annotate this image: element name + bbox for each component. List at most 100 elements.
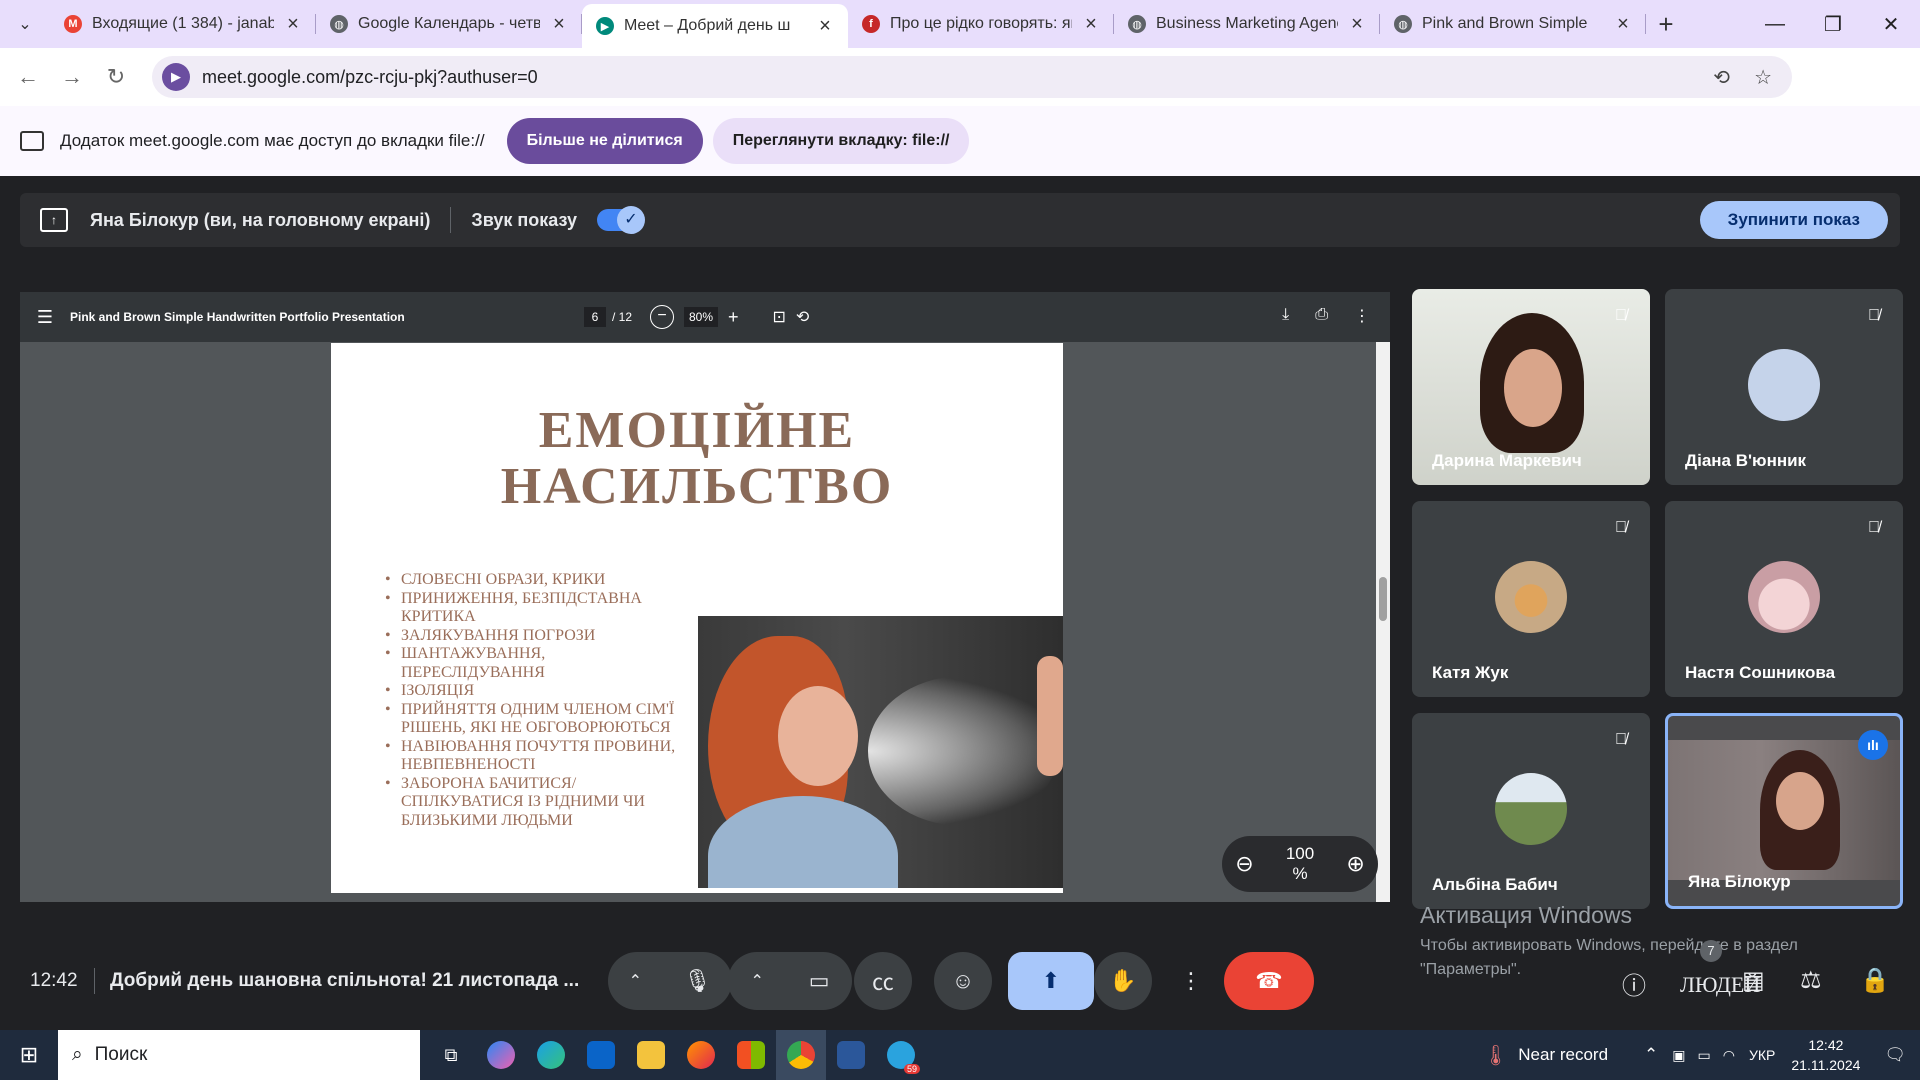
taskbar-search[interactable]: ⌕ Поиск: [58, 1030, 420, 1080]
chrome-icon[interactable]: [776, 1030, 826, 1080]
share-message: Додаток meet.google.com має доступ до вк…: [60, 131, 485, 150]
file-explorer-icon[interactable]: [626, 1030, 676, 1080]
chat-icon[interactable]: ▤: [1742, 966, 1765, 995]
raise-hand-button[interactable]: ✋: [1094, 952, 1152, 1010]
url-text[interactable]: meet.google.com/pzc-rcju-pkj?authuser=0: [202, 67, 538, 88]
reload-icon[interactable]: ↻: [94, 64, 138, 90]
reactions-button[interactable]: ☺: [934, 952, 992, 1010]
tab-close-icon[interactable]: ×: [550, 13, 568, 36]
store-icon[interactable]: [726, 1030, 776, 1080]
camera-icon[interactable]: ▭: [809, 968, 830, 994]
tab-title: Входящие (1 384) - janabil: [92, 15, 274, 32]
meeting-info-icon[interactable]: ⓘ: [1622, 966, 1646, 1001]
pdf-zoom-input[interactable]: 80%: [684, 307, 718, 327]
video-options-chevron-icon[interactable]: ⌃: [750, 971, 763, 991]
weather-text[interactable]: Near record: [1518, 1045, 1608, 1065]
pdf-more-icon[interactable]: ⋮: [1354, 306, 1370, 326]
minimize-icon[interactable]: —: [1746, 0, 1804, 48]
outlook-icon[interactable]: [576, 1030, 626, 1080]
telegram-icon[interactable]: 59: [876, 1030, 926, 1080]
weather-thermometer-icon[interactable]: 🌡: [1483, 1043, 1508, 1068]
pdf-viewer: ☰ Pink and Brown Simple Handwritten Port…: [20, 292, 1390, 902]
translate-icon[interactable]: ⟲: [1713, 65, 1730, 90]
tab-favicon-icon: ▶: [596, 17, 614, 35]
tab-close-icon[interactable]: ×: [816, 15, 834, 38]
more-options-button[interactable]: ⋮: [1176, 952, 1206, 1010]
print-icon[interactable]: ⎙: [1315, 306, 1328, 326]
browser-tab[interactable]: ◍ Business Marketing Agency ×: [1114, 0, 1380, 48]
zoom-out-magnifier-icon[interactable]: ⊖: [1235, 851, 1253, 877]
stop-presenting-button[interactable]: Зупинити показ: [1699, 201, 1888, 239]
tray-chevron-icon[interactable]: ⌃: [1644, 1045, 1658, 1065]
fit-page-icon[interactable]: ⊡: [773, 307, 786, 327]
zoom-out-icon[interactable]: −: [650, 305, 674, 329]
browser-tab[interactable]: ◍ Pink and Brown Simple ×: [1380, 0, 1646, 48]
copilot-icon[interactable]: [476, 1030, 526, 1080]
mic-off-icon: 🎙̸: [1868, 307, 1880, 324]
zoom-in-magnifier-icon[interactable]: ⊕: [1346, 851, 1364, 877]
leave-call-button[interactable]: ☎: [1224, 952, 1314, 1010]
activities-icon[interactable]: ⚖: [1800, 966, 1822, 995]
host-controls-icon[interactable]: 🔒: [1860, 966, 1890, 995]
site-info-icon[interactable]: ▶: [162, 63, 190, 91]
participant-tile[interactable]: 🎙̸ Дарина Маркевич: [1412, 289, 1650, 485]
restore-icon[interactable]: ❐: [1804, 0, 1862, 48]
slide-heading-line2: НАСИЛЬСТВО: [500, 458, 894, 515]
browser-tab[interactable]: ▶ Meet – Добрий день ш ×: [582, 4, 848, 48]
tab-close-icon[interactable]: ×: [1614, 13, 1632, 36]
present-button[interactable]: ⬆: [1008, 952, 1094, 1010]
microphone-icon[interactable]: 🎙: [683, 968, 711, 994]
participant-tile-self[interactable]: ılı Яна Білокур: [1665, 713, 1903, 909]
tab-search-chevron-icon[interactable]: ⌄: [0, 0, 50, 48]
notifications-icon[interactable]: 🗨: [1884, 1045, 1906, 1065]
rotate-icon[interactable]: ⟲: [796, 307, 809, 327]
close-window-icon[interactable]: ✕: [1862, 0, 1920, 48]
participant-tile[interactable]: 🎙̸ Настя Сошникова: [1665, 501, 1903, 697]
forward-icon[interactable]: →: [50, 64, 94, 90]
omnibox[interactable]: ▶ meet.google.com/pzc-rcju-pkj?authuser=…: [152, 56, 1792, 98]
battery-icon[interactable]: ▭: [1698, 1047, 1711, 1064]
audio-options-chevron-icon[interactable]: ⌃: [629, 971, 642, 991]
browser-tab[interactable]: f Про це рідко говорять: як ×: [848, 0, 1114, 48]
back-icon[interactable]: ←: [6, 64, 50, 90]
pdf-scrollbar[interactable]: [1376, 342, 1390, 902]
wifi-icon[interactable]: ◠: [1723, 1047, 1735, 1064]
participant-video-face: [1504, 349, 1562, 427]
scrollbar-thumb[interactable]: [1379, 577, 1387, 621]
taskbar-clock[interactable]: 12:42 21.11.2024: [1791, 1035, 1860, 1075]
edge-icon[interactable]: [526, 1030, 576, 1080]
stop-sharing-button[interactable]: Більше не ділитися: [506, 118, 703, 164]
captions-icon: ㏄: [871, 970, 894, 995]
tab-favicon-icon: M: [64, 15, 82, 33]
browser-tab[interactable]: ◍ Google Календарь - четве ×: [316, 0, 582, 48]
browser-tab[interactable]: M Входящие (1 384) - janabil ×: [50, 0, 316, 48]
participant-tile[interactable]: 🎙̸ Діана В'юнник: [1665, 289, 1903, 485]
hang-up-icon: ☎: [1255, 968, 1283, 993]
tab-close-icon[interactable]: ×: [1348, 13, 1366, 36]
new-tab-button[interactable]: +: [1646, 9, 1686, 40]
zoom-in-icon[interactable]: +: [728, 307, 739, 328]
avatar: [1748, 561, 1820, 633]
input-language[interactable]: УКР: [1749, 1047, 1775, 1063]
task-view-icon[interactable]: ⧉: [426, 1030, 476, 1080]
captions-button[interactable]: ㏄: [854, 952, 912, 1010]
pdf-menu-icon[interactable]: ☰: [20, 307, 70, 328]
presenter-label: Яна Білокур (ви, на головному екрані): [90, 209, 431, 230]
share-sound-toggle[interactable]: ✓: [596, 206, 645, 234]
speaking-indicator-icon: ılı: [1858, 730, 1888, 760]
firefox-icon[interactable]: [676, 1030, 726, 1080]
pdf-page-indicator: 6 / 12: [584, 307, 632, 327]
participant-tile[interactable]: 🎙̸ Катя Жук: [1412, 501, 1650, 697]
download-icon[interactable]: ⤓: [1282, 306, 1289, 326]
windows-start-icon[interactable]: ⊞: [0, 1042, 58, 1068]
participant-tile[interactable]: 🎙̸ Альбіна Бабич: [1412, 713, 1650, 909]
bookmark-star-icon[interactable]: ☆: [1754, 65, 1772, 90]
participant-name: Дарина Маркевич: [1432, 451, 1582, 470]
tab-close-icon[interactable]: ×: [1082, 13, 1100, 36]
avatar: [1495, 773, 1567, 845]
tray-app-icon[interactable]: ▣: [1672, 1047, 1685, 1064]
view-tab-button[interactable]: Переглянути вкладку: file://: [712, 118, 970, 164]
pdf-page-input[interactable]: 6: [584, 307, 606, 327]
word-icon[interactable]: [826, 1030, 876, 1080]
tab-close-icon[interactable]: ×: [284, 13, 302, 36]
